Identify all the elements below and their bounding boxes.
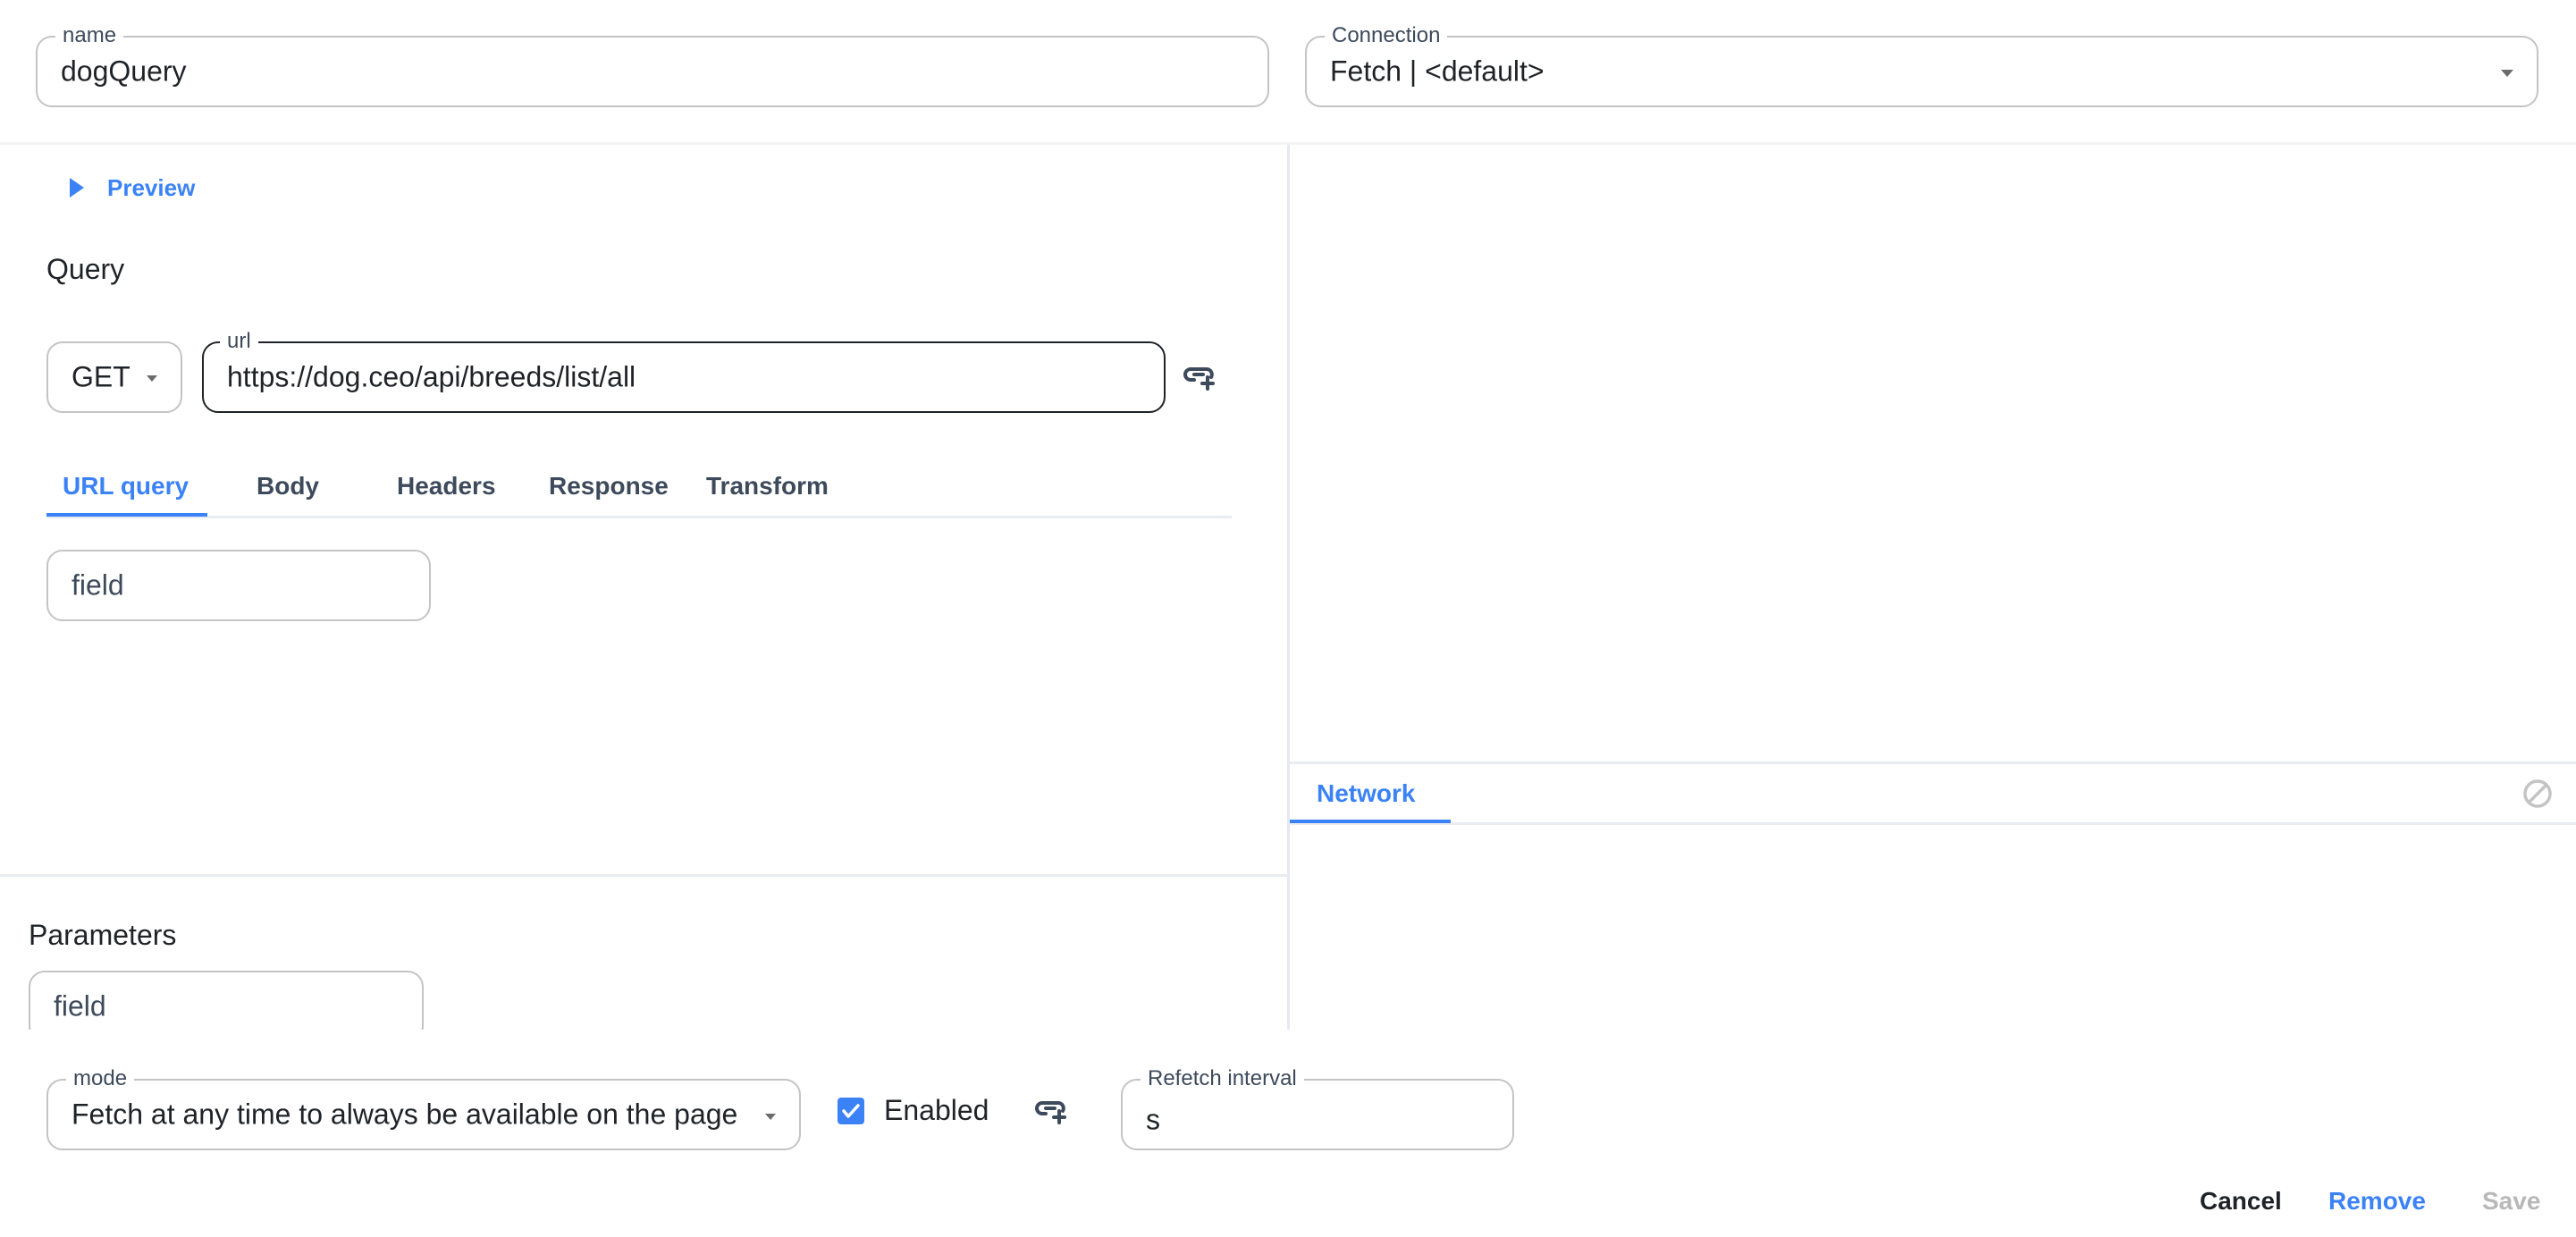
enabled-label[interactable]: Enabled — [884, 1094, 989, 1127]
refetch-interval-field[interactable]: Refetch interval s — [1121, 1067, 1514, 1150]
parameters-title: Parameters — [29, 919, 177, 951]
name-field[interactable]: name dogQuery — [36, 24, 1269, 107]
parameters-divider — [0, 874, 1287, 877]
tab-headers[interactable]: Headers — [397, 472, 496, 501]
caret-right-icon — [70, 178, 84, 198]
enabled-checkbox[interactable] — [838, 1098, 864, 1124]
chevron-down-icon — [147, 375, 157, 382]
chevron-down-icon — [2501, 70, 2513, 77]
refetch-interval-value[interactable]: s — [1146, 1104, 1160, 1137]
block-icon[interactable] — [2521, 778, 2554, 810]
refetch-interval-label: Refetch interval — [1141, 1067, 1304, 1090]
connection-select-value: Fetch | <default> — [1330, 55, 1545, 88]
add-link-icon[interactable] — [1035, 1096, 1067, 1126]
save-button[interactable]: Save — [2482, 1187, 2540, 1216]
tab-network[interactable]: Network — [1317, 779, 1415, 808]
tab-active-indicator — [46, 513, 207, 517]
connection-select-label: Connection — [1325, 24, 1448, 47]
query-title: Query — [46, 253, 125, 285]
url-query-field-placeholder: field — [72, 568, 124, 602]
tab-active-indicator — [1290, 820, 1451, 823]
panel-splitter[interactable] — [1287, 145, 1290, 1030]
parameters-field-placeholder: field — [54, 989, 106, 1022]
connection-select[interactable]: Connection Fetch | <default> — [1305, 24, 2538, 107]
url-field[interactable]: url https://dog.ceo/api/breeds/list/all — [202, 330, 1166, 413]
url-query-field-input[interactable]: field — [46, 550, 431, 621]
url-field-value[interactable]: https://dog.ceo/api/breeds/list/all — [227, 361, 636, 394]
preview-label: Preview — [107, 173, 196, 201]
parameters-field-input[interactable]: field — [29, 971, 424, 1030]
tab-response[interactable]: Response — [549, 472, 669, 501]
cancel-button[interactable]: Cancel — [2200, 1187, 2282, 1216]
name-field-label: name — [55, 24, 124, 47]
method-select[interactable]: GET — [46, 341, 182, 413]
tab-url-query[interactable]: URL query — [63, 472, 189, 501]
devtools-tabs-divider — [1290, 822, 2576, 825]
remove-button[interactable]: Remove — [2328, 1187, 2426, 1216]
mode-select-value: Fetch at any time to always be available… — [72, 1098, 738, 1131]
name-field-value[interactable]: dogQuery — [61, 55, 187, 88]
devtools-top-divider[interactable] — [1290, 762, 2576, 764]
editor-tabs-divider — [46, 516, 1232, 518]
parameters-clip: field — [0, 965, 1287, 1030]
method-select-value: GET — [72, 360, 130, 393]
tab-body[interactable]: Body — [257, 472, 319, 501]
checkmark-icon — [842, 1104, 860, 1118]
chevron-down-icon — [765, 1114, 776, 1120]
mode-select-label: mode — [66, 1067, 135, 1090]
tab-transform[interactable]: Transform — [706, 472, 829, 501]
url-field-label: url — [220, 330, 258, 353]
add-link-icon[interactable] — [1183, 362, 1216, 392]
preview-toggle[interactable]: Preview — [70, 172, 195, 204]
mode-select[interactable]: mode Fetch at any time to always be avai… — [46, 1067, 801, 1150]
